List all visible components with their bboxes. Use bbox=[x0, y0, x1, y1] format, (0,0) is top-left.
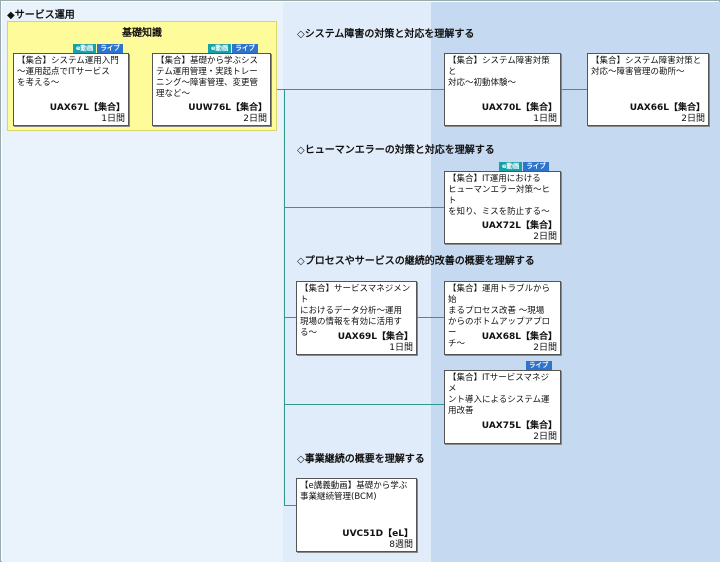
badge-group: e動画 ライブ bbox=[499, 162, 549, 171]
course-card-uax67l[interactable]: 【集合】システム運用入門 ～運用起点でITサービス を考える～ UAX67L【集… bbox=[13, 53, 129, 126]
course-card-uax69l[interactable]: 【集合】サービスマネジメント におけるデータ分析～運用 現場の情報を有効に活用す… bbox=[296, 281, 417, 355]
e-video-badge: e動画 bbox=[73, 44, 97, 53]
connector-line bbox=[284, 89, 444, 90]
course-name: 【集合】システム障害対策と 対応～障害管理の勘所～ bbox=[591, 56, 702, 77]
course-duration: 2日間 bbox=[681, 114, 705, 124]
connector-line bbox=[561, 89, 587, 90]
course-duration: 2日間 bbox=[533, 343, 557, 353]
course-name: 【集合】システム障害対策と 対応～初動体験～ bbox=[448, 56, 550, 88]
page-title: ◆サービス運用 bbox=[7, 10, 75, 21]
basic-knowledge-title: 基礎知識 bbox=[122, 28, 162, 39]
section-heading-bcm: ◇事業継続の概要を理解する bbox=[297, 454, 425, 465]
course-duration: 1日間 bbox=[389, 343, 413, 353]
course-card-uax75l[interactable]: 【集合】ITサービスマネジメ ント導入によるシステム運 用改善 UAX75L【集… bbox=[444, 370, 561, 444]
e-video-badge: e動画 bbox=[208, 44, 232, 53]
section-heading-process: ◇プロセスやサービスの継続的改善の概要を理解する bbox=[297, 256, 535, 267]
e-video-badge: e動画 bbox=[499, 162, 523, 171]
course-card-uax68l[interactable]: 【集合】運用トラブルから始 まるプロセス改善 ～現場 からのボトムアップアプロー… bbox=[444, 281, 561, 355]
connector-line bbox=[284, 404, 444, 405]
course-name: 【集合】システム運用入門 ～運用起点でITサービス を考える～ bbox=[17, 56, 119, 88]
course-duration: 2日間 bbox=[533, 232, 557, 242]
badge-group: e動画 ライブ bbox=[73, 44, 123, 53]
course-card-uax66l[interactable]: 【集合】システム障害対策と 対応～障害管理の勘所～ UAX66L【集合】 2日間 bbox=[587, 53, 709, 126]
badge-group: ライブ bbox=[526, 361, 552, 370]
live-badge: ライブ bbox=[523, 162, 549, 171]
course-name: 【e講義動画】基礎から学ぶ 事業継続管理(BCM) bbox=[300, 481, 408, 502]
roadmap-canvas: ◆サービス運用 基礎知識 e動画 ライブ 【集合】システム運用入門 ～運用起点で… bbox=[0, 0, 720, 562]
course-name: 【集合】ITサービスマネジメ ント導入によるシステム運 用改善 bbox=[448, 373, 550, 416]
live-badge: ライブ bbox=[526, 361, 552, 370]
course-card-uvc51d[interactable]: 【e講義動画】基礎から学ぶ 事業継続管理(BCM) UVC51D【eL】 8週間 bbox=[296, 478, 417, 552]
course-card-uax72l[interactable]: 【集合】IT運用における ヒューマンエラー対策～ヒト を知り、ミスを防止する～ … bbox=[444, 171, 561, 244]
trunk-line bbox=[284, 89, 285, 505]
connector-line bbox=[284, 317, 296, 318]
connector-line bbox=[284, 207, 444, 208]
course-card-uax70l[interactable]: 【集合】システム障害対策と 対応～初動体験～ UAX70L【集合】 1日間 bbox=[444, 53, 561, 126]
connector-line bbox=[417, 317, 444, 318]
live-badge: ライブ bbox=[97, 44, 123, 53]
course-duration: 8週間 bbox=[389, 540, 413, 550]
course-card-uuw76l[interactable]: 【集合】基礎から学ぶシス テム運用管理・実践トレー ニング～障害管理、変更管 理… bbox=[152, 53, 271, 126]
connector-line bbox=[284, 505, 296, 506]
badge-group: e動画 ライブ bbox=[208, 44, 258, 53]
section-heading-human-error: ◇ヒューマンエラーの対策と対応を理解する bbox=[297, 145, 495, 156]
course-duration: 1日間 bbox=[533, 114, 557, 124]
course-name: 【集合】基礎から学ぶシス テム運用管理・実践トレー ニング～障害管理、変更管 理… bbox=[156, 56, 259, 99]
course-duration: 2日間 bbox=[533, 432, 557, 442]
live-badge: ライブ bbox=[232, 44, 258, 53]
course-duration: 1日間 bbox=[101, 114, 125, 124]
course-name: 【集合】IT運用における ヒューマンエラー対策～ヒト を知り、ミスを防止する～ bbox=[448, 174, 551, 217]
course-duration: 2日間 bbox=[243, 114, 267, 124]
section-heading-system-failure: ◇システム障害の対策と対応を理解する bbox=[297, 29, 475, 40]
